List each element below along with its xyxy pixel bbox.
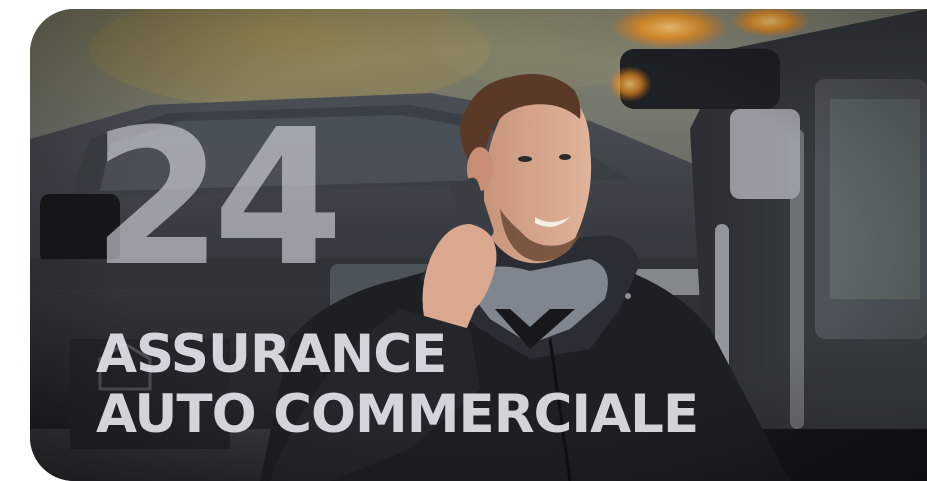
big-number-24: 24 [92,89,344,308]
promo-card: 24 ASSURANCE AUTO COMMERCIALE [30,9,927,481]
headline-line-1: ASSURANCE [96,324,447,385]
headline: ASSURANCE AUTO COMMERCIALE [96,324,699,445]
headline-line-2: AUTO COMMERCIALE [96,384,699,445]
